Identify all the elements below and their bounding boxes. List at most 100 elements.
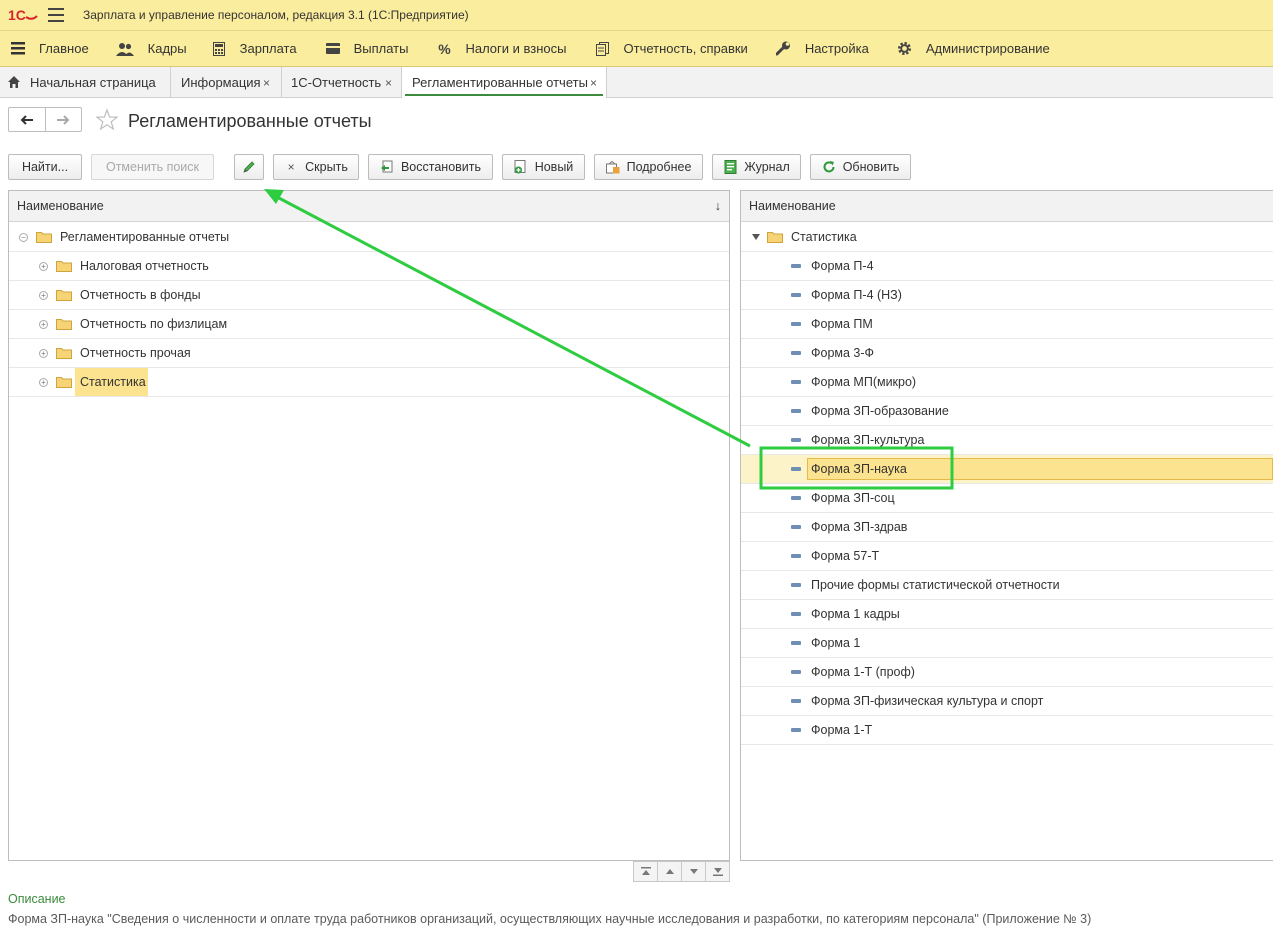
scroll-bottom-button[interactable] — [705, 862, 729, 881]
tree-item-fizlica[interactable]: + Отчетность по физлицам — [9, 310, 729, 339]
group-row-statistika[interactable]: Статистика — [741, 223, 1273, 252]
tree-item-fondy[interactable]: + Отчетность в фонды — [9, 281, 729, 310]
list-item[interactable]: Форма ЗП-культура — [741, 426, 1273, 455]
section-nalogi[interactable]: % Налоги и взносы — [436, 31, 566, 67]
report-form-icon — [791, 612, 801, 616]
column-header-label: Наименование — [749, 199, 836, 213]
tab-1c-reporting[interactable]: 1С-Отчетность × — [282, 67, 402, 98]
list-item[interactable]: Форма 1 — [741, 629, 1273, 658]
expand-icon[interactable]: + — [39, 290, 48, 300]
collapse-icon[interactable]: − — [19, 232, 28, 242]
list-item[interactable]: Прочие формы статистической отчетности — [741, 571, 1273, 600]
tree-item-prochaya[interactable]: + Отчетность прочая — [9, 339, 729, 368]
tab-info[interactable]: Информация × — [171, 67, 282, 98]
list-item-label: Форма ЗП-наука — [811, 462, 907, 476]
list-item[interactable]: Форма 3-Ф — [741, 339, 1273, 368]
section-nastroika[interactable]: Настройка — [776, 31, 869, 67]
gear-icon — [897, 41, 913, 57]
report-form-icon — [791, 293, 801, 297]
list-item-label: Форма ЗП-культура — [811, 433, 925, 447]
list-item[interactable]: Форма П-4 (НЗ) — [741, 281, 1273, 310]
section-zarplata[interactable]: Зарплата — [211, 31, 297, 67]
list-item-label: Форма 57-Т — [811, 549, 880, 563]
wrench-icon — [776, 41, 792, 57]
list-item[interactable]: Форма ЗП-образование — [741, 397, 1273, 426]
sections-panel: Главное Кадры Зарплата Выплаты % Налоги … — [0, 31, 1273, 67]
tree-item-statistika[interactable]: + Статистика — [9, 368, 729, 397]
list-item[interactable]: Форма МП(микро) — [741, 368, 1273, 397]
cross-icon: × — [287, 160, 295, 174]
report-form-icon — [791, 264, 801, 268]
refresh-button[interactable]: Обновить — [810, 154, 911, 180]
section-admin[interactable]: Администрирование — [897, 31, 1050, 67]
main-menu-icon[interactable] — [48, 8, 64, 22]
collapse-triangle-icon[interactable] — [752, 234, 760, 240]
list-scroll-buttons — [633, 861, 730, 882]
expand-icon[interactable]: + — [39, 377, 48, 387]
column-header-label: Наименование — [17, 199, 104, 213]
close-icon[interactable]: × — [385, 76, 392, 90]
report-form-icon — [791, 641, 801, 645]
expand-icon[interactable]: + — [39, 261, 48, 271]
tree-item-label: Налоговая отчетность — [80, 259, 209, 273]
find-button[interactable]: Найти... — [8, 154, 82, 180]
list-item[interactable]: Форма ПМ — [741, 310, 1273, 339]
sort-arrow-icon[interactable]: ↓ — [715, 199, 721, 213]
expand-icon[interactable]: + — [39, 319, 48, 329]
edit-button[interactable] — [234, 154, 264, 180]
list-item[interactable]: Форма ЗП-физическая культура и спорт — [741, 687, 1273, 716]
reports-list[interactable]: Наименование Статистика Форма П-4 Форма П… — [740, 190, 1273, 861]
card-icon — [325, 41, 341, 57]
folder-icon — [56, 290, 72, 301]
section-label: Кадры — [147, 41, 187, 56]
details-icon — [605, 160, 620, 174]
list-item[interactable]: Форма ЗП-соц — [741, 484, 1273, 513]
hide-button[interactable]: × Скрыть — [273, 154, 359, 180]
list-item[interactable]: Форма 57-Т — [741, 542, 1273, 571]
favorite-star-icon[interactable] — [95, 108, 119, 132]
documents-icon — [595, 41, 611, 57]
list-item-label: Форма 1 — [811, 636, 861, 650]
report-groups-tree[interactable]: Наименование ↓ − Регламентированные отче… — [8, 190, 730, 861]
list-item[interactable]: Форма 1-Т — [741, 716, 1273, 745]
list-item-label: Форма ЗП-физическая культура и спорт — [811, 694, 1044, 708]
report-form-icon — [791, 409, 801, 413]
close-icon[interactable]: × — [590, 76, 597, 90]
column-header-name[interactable]: Наименование ↓ — [9, 191, 729, 222]
list-item[interactable]: Форма 1 кадры — [741, 600, 1273, 629]
scroll-down-button[interactable] — [681, 862, 705, 881]
folder-icon — [56, 348, 72, 359]
close-icon[interactable]: × — [263, 76, 270, 90]
section-main[interactable]: Главное — [10, 31, 89, 67]
svg-text:1С: 1С — [8, 7, 26, 23]
button-label: Новый — [534, 160, 574, 174]
tab-home[interactable]: Начальная страница — [0, 67, 171, 98]
details-button[interactable]: Подробнее — [594, 154, 703, 180]
section-vyplaty[interactable]: Выплаты — [325, 31, 408, 67]
section-kadry[interactable]: Кадры — [115, 31, 187, 67]
list-item[interactable]: Форма П-4 — [741, 252, 1273, 281]
forward-button[interactable] — [44, 108, 82, 131]
column-header-name[interactable]: Наименование — [741, 191, 1273, 222]
cancel-search-button[interactable]: Отменить поиск — [91, 154, 214, 180]
restore-icon — [380, 160, 394, 174]
section-otchetnost[interactable]: Отчетность, справки — [595, 31, 748, 67]
tree-item-nalogovaya[interactable]: + Налоговая отчетность — [9, 252, 729, 281]
journal-button[interactable]: Журнал — [712, 154, 801, 180]
arrow-bottom-icon — [712, 868, 723, 876]
title-bar: 1С Зарплата и управление персоналом, ред… — [0, 0, 1273, 31]
percent-icon: % — [438, 40, 451, 57]
scroll-up-button[interactable] — [657, 862, 681, 881]
list-item[interactable]: Форма ЗП-здрав — [741, 513, 1273, 542]
report-form-icon — [791, 467, 801, 471]
tab-regulated-reports[interactable]: Регламентированные отчеты × — [402, 67, 607, 98]
back-button[interactable] — [9, 108, 45, 131]
expand-icon[interactable]: + — [39, 348, 48, 358]
new-button[interactable]: Новый — [502, 154, 585, 180]
restore-button[interactable]: Восстановить — [368, 154, 493, 180]
tree-root-row[interactable]: − Регламентированные отчеты — [9, 223, 729, 252]
scroll-top-button[interactable] — [634, 862, 657, 881]
list-item[interactable]: Форма ЗП-наука — [741, 455, 1273, 484]
list-item[interactable]: Форма 1-Т (проф) — [741, 658, 1273, 687]
folder-icon — [36, 232, 52, 243]
